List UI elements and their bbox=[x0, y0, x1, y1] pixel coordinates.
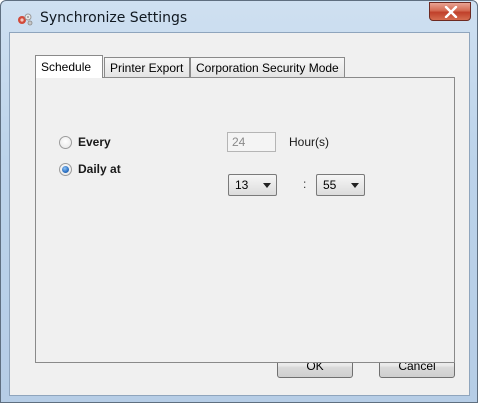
dialog-body: Schedule Printer Export Corporation Secu… bbox=[9, 32, 470, 396]
dialog-window: Synchronize Settings Schedule Printer Ex… bbox=[0, 0, 478, 403]
tab-corporation-security-mode[interactable]: Corporation Security Mode bbox=[190, 57, 345, 77]
hour-value: 13 bbox=[235, 178, 249, 192]
hours-unit-label: Hour(s) bbox=[289, 135, 330, 149]
sync-settings-icon bbox=[16, 12, 34, 26]
hour-dropdown[interactable]: 13 bbox=[228, 174, 277, 196]
schedule-panel: Every Hour(s) Daily at 13 : 55 bbox=[35, 77, 455, 363]
title-bar[interactable]: Synchronize Settings bbox=[1, 1, 477, 33]
minute-dropdown[interactable]: 55 bbox=[316, 174, 365, 196]
chevron-down-icon bbox=[263, 183, 271, 188]
time-separator: : bbox=[303, 177, 307, 191]
tab-printer-export[interactable]: Printer Export bbox=[104, 57, 190, 77]
close-button[interactable] bbox=[429, 2, 471, 21]
every-radio[interactable] bbox=[59, 136, 72, 149]
minute-value: 55 bbox=[323, 178, 337, 192]
window-title: Synchronize Settings bbox=[40, 10, 188, 26]
every-hours-input[interactable] bbox=[227, 132, 276, 152]
daily-at-label: Daily at bbox=[78, 162, 121, 176]
every-label: Every bbox=[78, 135, 111, 149]
daily-at-radio[interactable] bbox=[59, 163, 72, 176]
chevron-down-icon bbox=[351, 183, 359, 188]
tab-schedule[interactable]: Schedule bbox=[35, 55, 103, 78]
